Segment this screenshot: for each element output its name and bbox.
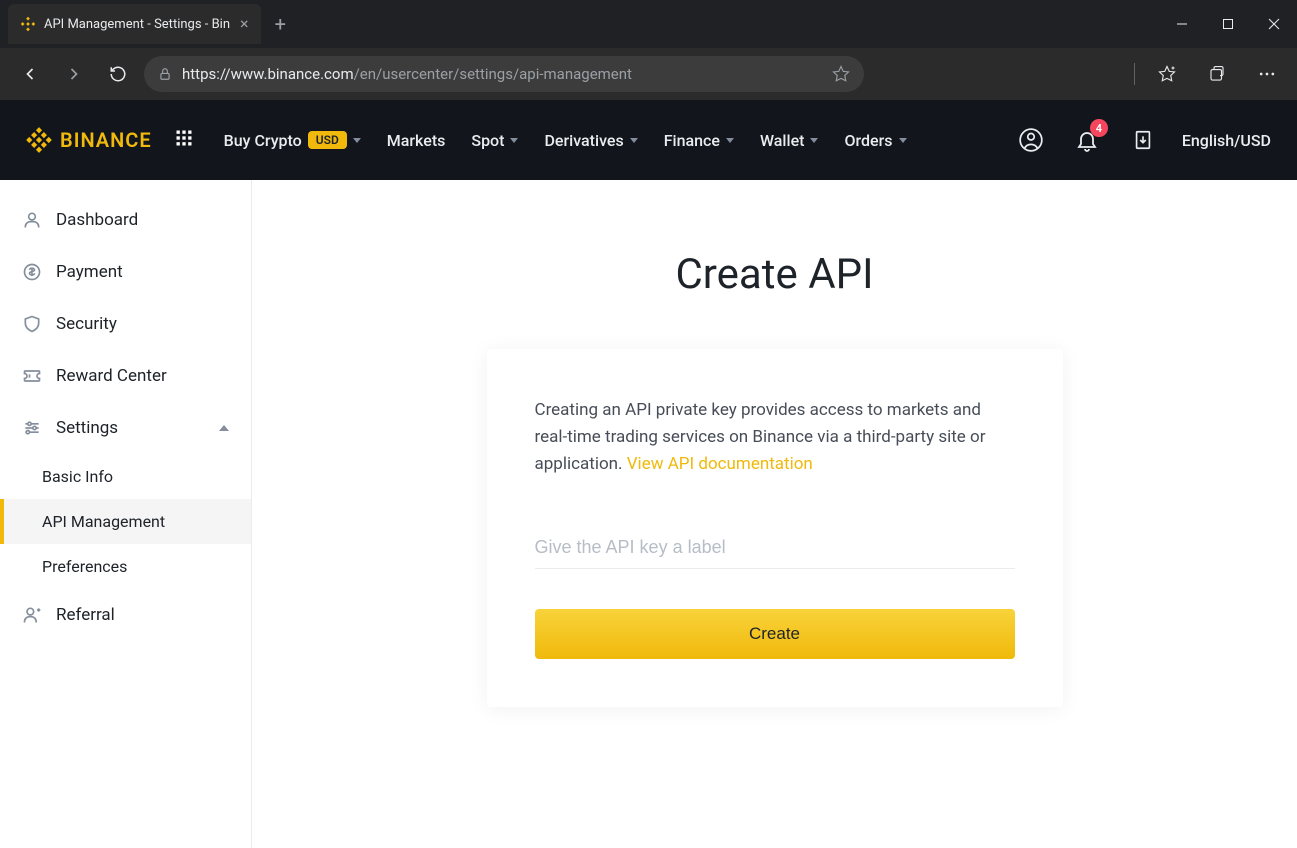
nav-label: Orders [844,131,892,150]
sidebar-subitem-basic-info[interactable]: Basic Info [0,454,251,499]
more-menu-icon[interactable] [1249,56,1285,92]
person-add-icon [22,605,42,625]
new-tab-button[interactable]: + [261,12,300,36]
browser-tab[interactable]: API Management - Settings - Bin × [8,4,261,44]
nav-label: Spot [471,131,504,150]
nav-finance[interactable]: Finance [664,131,734,150]
brand-logo[interactable]: BINANCE [26,127,152,153]
chevron-down-icon [353,138,361,143]
nav-orders[interactable]: Orders [844,131,906,150]
sidebar-label: Payment [56,262,123,282]
chevron-up-icon [219,425,229,431]
nav-label: Derivatives [544,131,623,150]
main-layout: Dashboard Payment Security Reward Center… [0,180,1297,848]
tab-close-icon[interactable]: × [240,16,249,32]
download-icon[interactable] [1126,123,1160,157]
forward-button[interactable] [56,56,92,92]
lang-currency-label: English/USD [1182,131,1271,150]
chevron-down-icon [510,138,518,143]
nav-spot[interactable]: Spot [471,131,518,150]
sidebar-item-settings[interactable]: Settings [0,402,251,454]
dollar-circle-icon [22,262,42,282]
window-close-button[interactable] [1251,4,1297,44]
currency-badge: USD [308,131,347,149]
url-text: https://www.binance.com/en/usercenter/se… [182,65,822,83]
nav-label: Wallet [760,131,805,150]
person-icon [22,210,42,230]
nav-label: Buy Crypto [224,131,302,150]
sidebar-item-referral[interactable]: Referral [0,589,251,641]
notification-badge: 4 [1090,119,1108,137]
api-label-input[interactable] [535,527,1015,568]
lock-icon [158,67,172,81]
window-controls [1159,4,1297,44]
nav-wallet[interactable]: Wallet [760,131,819,150]
brand-text: BINANCE [60,128,152,152]
refresh-button[interactable] [100,56,136,92]
url-path: /en/usercenter/settings/api-management [354,65,632,83]
create-api-card: Creating an API private key provides acc… [487,349,1063,707]
address-bar-actions [1134,56,1285,92]
nav-buy-crypto[interactable]: Buy Crypto USD [224,131,361,150]
language-currency-selector[interactable]: English/USD [1182,131,1271,150]
divider [1134,63,1135,85]
back-button[interactable] [12,56,48,92]
browser-chrome: API Management - Settings - Bin × + http… [0,0,1297,100]
binance-logo-icon [26,127,52,153]
tab-title: API Management - Settings - Bin [44,17,230,32]
sidebar-label: Reward Center [56,366,167,386]
sidebar-item-dashboard[interactable]: Dashboard [0,194,251,246]
chevron-down-icon [726,138,734,143]
ticket-icon [22,366,42,386]
sidebar-subitem-api-management[interactable]: API Management [0,499,251,544]
nav-derivatives[interactable]: Derivatives [544,131,637,150]
chevron-down-icon [899,138,907,143]
api-label-input-wrap [535,527,1015,569]
window-minimize-button[interactable] [1159,4,1205,44]
address-bar: https://www.binance.com/en/usercenter/se… [0,48,1297,100]
sidebar-item-reward-center[interactable]: Reward Center [0,350,251,402]
url-box[interactable]: https://www.binance.com/en/usercenter/se… [144,56,864,92]
collections-icon[interactable] [1199,56,1235,92]
window-maximize-button[interactable] [1205,4,1251,44]
shield-icon [22,314,42,334]
chevron-down-icon [810,138,818,143]
binance-favicon-icon [20,16,36,32]
favorite-star-icon[interactable] [832,65,850,83]
tab-bar: API Management - Settings - Bin × + [0,0,1297,48]
sidebar-label: Dashboard [56,210,138,230]
api-doc-link[interactable]: View API documentation [627,454,813,474]
sidebar-label: Settings [56,418,118,438]
url-host: https://www.binance.com [182,65,354,83]
sidebar-item-security[interactable]: Security [0,298,251,350]
sidebar-subitem-preferences[interactable]: Preferences [0,544,251,589]
nav-markets[interactable]: Markets [387,131,446,150]
settings-submenu: Basic Info API Management Preferences [0,454,251,589]
content-area: Create API Creating an API private key p… [252,180,1297,848]
card-description: Creating an API private key provides acc… [535,397,1015,479]
sidebar-label: Referral [56,605,115,625]
create-button[interactable]: Create [535,609,1015,659]
page-title: Create API [675,250,873,299]
apps-grid-icon[interactable] [174,128,194,152]
sidebar-label: Security [56,314,117,334]
sidebar-label: Preferences [42,557,127,576]
main-nav: Buy Crypto USD Markets Spot Derivatives … [224,131,907,150]
notifications-icon[interactable]: 4 [1070,123,1104,157]
account-icon[interactable] [1014,123,1048,157]
site-header: BINANCE Buy Crypto USD Markets Spot Deri… [0,100,1297,180]
sidebar-label: API Management [42,512,165,531]
sliders-icon [22,418,42,438]
sidebar: Dashboard Payment Security Reward Center… [0,180,252,848]
header-right: 4 English/USD [1014,123,1271,157]
nav-label: Finance [664,131,720,150]
favorites-icon[interactable] [1149,56,1185,92]
nav-label: Markets [387,131,446,150]
sidebar-item-payment[interactable]: Payment [0,246,251,298]
chevron-down-icon [630,138,638,143]
sidebar-label: Basic Info [42,467,113,486]
